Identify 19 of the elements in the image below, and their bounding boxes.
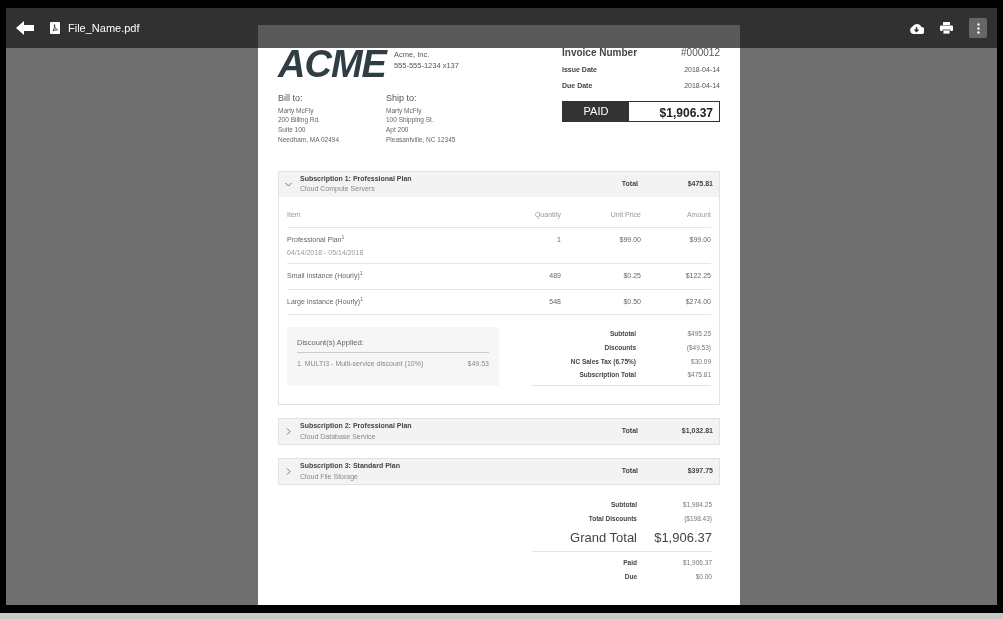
meta-value: #000012 <box>681 46 720 60</box>
address-heading: Bill to: <box>278 92 304 105</box>
summary-value: $1,906.37 <box>653 528 712 547</box>
download-button[interactable] <box>909 22 924 34</box>
file-name: File_Name.pdf <box>68 20 140 36</box>
back-button[interactable] <box>16 21 34 35</box>
more-options-button[interactable] <box>969 18 987 38</box>
status-amount: $1,906.37 <box>658 105 714 121</box>
print-button[interactable] <box>940 22 953 34</box>
address-heading: Ship to: <box>386 92 418 105</box>
printer-icon <box>940 22 953 34</box>
company-logo: ACME <box>278 45 386 83</box>
status-label: PAID <box>563 102 629 121</box>
meta-label: Invoice Number <box>562 46 638 60</box>
pdf-file-icon <box>50 22 60 34</box>
back-arrow-icon <box>16 21 34 35</box>
summary-label: Grand Total <box>570 528 637 547</box>
vertical-dots-icon <box>976 22 980 34</box>
cloud-download-icon <box>909 22 924 34</box>
